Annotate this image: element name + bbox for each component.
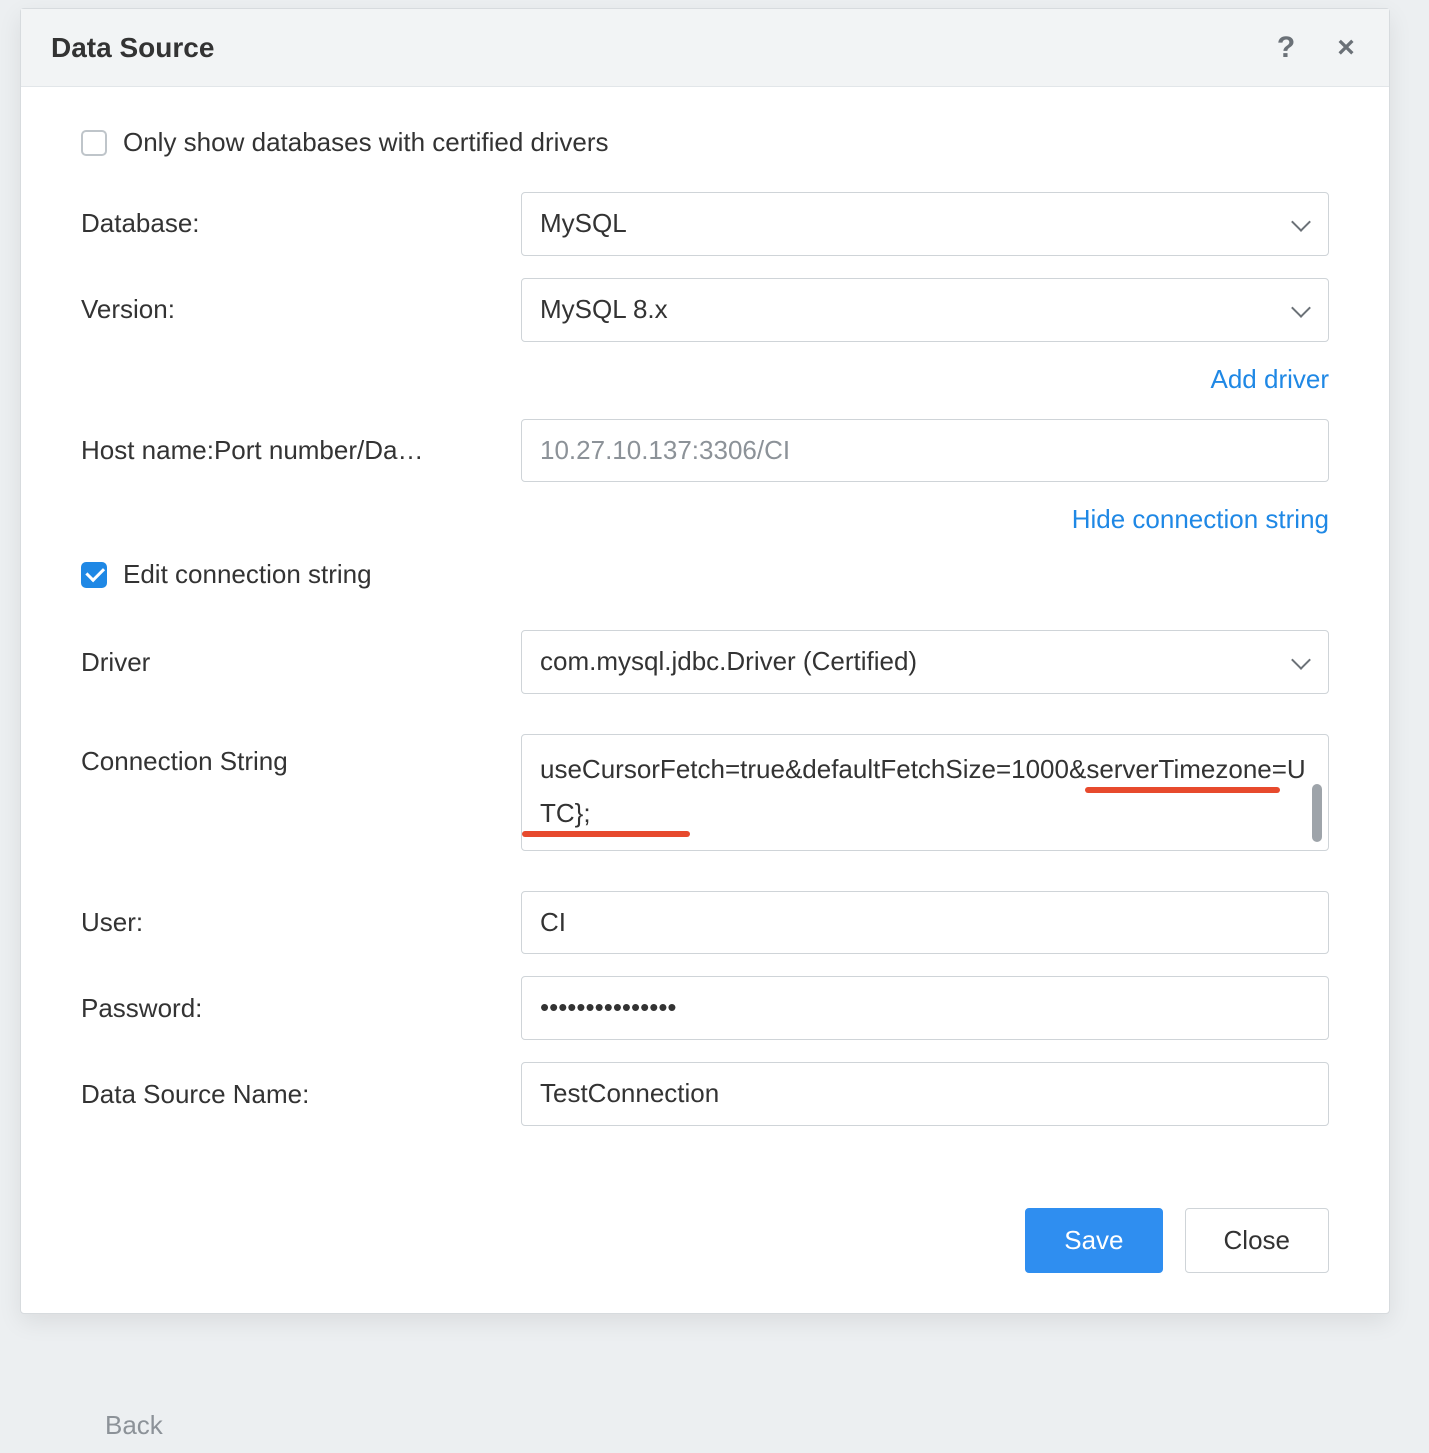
data-source-modal: Data Source ? × Only show databases with… <box>20 8 1390 1314</box>
password-label: Password: <box>81 993 521 1024</box>
version-value: MySQL 8.x <box>540 293 668 327</box>
version-select[interactable]: MySQL 8.x <box>521 278 1329 342</box>
hide-connection-string-link[interactable]: Hide connection string <box>1072 504 1329 534</box>
user-label: User: <box>81 907 521 938</box>
hide-conn-row: Hide connection string <box>81 504 1329 535</box>
modal-body: Only show databases with certified drive… <box>21 87 1389 1178</box>
database-select[interactable]: MySQL <box>521 192 1329 256</box>
edit-connection-string-checkbox[interactable] <box>81 562 107 588</box>
password-input[interactable] <box>521 976 1329 1040</box>
dsname-label: Data Source Name: <box>81 1079 521 1110</box>
password-row: Password: <box>81 976 1329 1040</box>
help-icon[interactable]: ? <box>1273 35 1299 61</box>
chevron-down-icon <box>1292 301 1310 319</box>
annotation-underline <box>522 831 690 837</box>
driver-value: com.mysql.jdbc.Driver (Certified) <box>540 645 917 679</box>
database-value: MySQL <box>540 207 627 241</box>
edit-conn-row: Edit connection string <box>81 559 1329 590</box>
add-driver-link[interactable]: Add driver <box>1211 364 1330 394</box>
database-label: Database: <box>81 208 521 239</box>
version-label: Version: <box>81 294 521 325</box>
chevron-down-icon <box>1292 653 1310 671</box>
driver-select[interactable]: com.mysql.jdbc.Driver (Certified) <box>521 630 1329 694</box>
dsname-input[interactable] <box>521 1062 1329 1126</box>
modal-title: Data Source <box>51 32 1273 64</box>
back-button[interactable]: Back <box>105 1398 163 1453</box>
only-certified-row: Only show databases with certified drive… <box>81 127 1329 158</box>
chevron-down-icon <box>1292 215 1310 233</box>
connection-string-row: Connection String useCursorFetch=true&de… <box>81 734 1329 850</box>
only-certified-label: Only show databases with certified drive… <box>123 127 609 158</box>
close-icon[interactable]: × <box>1333 35 1359 61</box>
driver-row: Driver com.mysql.jdbc.Driver (Certified) <box>81 630 1329 694</box>
connection-string-label: Connection String <box>81 734 521 777</box>
annotation-underline <box>1085 787 1280 793</box>
add-driver-row: Add driver <box>81 364 1329 395</box>
dsname-row: Data Source Name: <box>81 1062 1329 1126</box>
save-button[interactable]: Save <box>1025 1208 1162 1273</box>
header-icons: ? × <box>1273 35 1359 61</box>
driver-label: Driver <box>81 647 521 678</box>
modal-footer: Save Close <box>21 1178 1389 1313</box>
host-row: Host name:Port number/Da… <box>81 419 1329 483</box>
connection-string-textarea[interactable]: useCursorFetch=true&defaultFetchSize=100… <box>521 734 1329 850</box>
host-label: Host name:Port number/Da… <box>81 435 521 466</box>
host-input[interactable] <box>521 419 1329 483</box>
scrollbar-thumb[interactable] <box>1312 784 1322 842</box>
database-row: Database: MySQL <box>81 192 1329 256</box>
close-button[interactable]: Close <box>1185 1208 1329 1273</box>
edit-connection-string-label: Edit connection string <box>123 559 372 590</box>
version-row: Version: MySQL 8.x <box>81 278 1329 342</box>
user-row: User: <box>81 891 1329 955</box>
user-input[interactable] <box>521 891 1329 955</box>
only-certified-checkbox[interactable] <box>81 130 107 156</box>
modal-header: Data Source ? × <box>21 9 1389 87</box>
